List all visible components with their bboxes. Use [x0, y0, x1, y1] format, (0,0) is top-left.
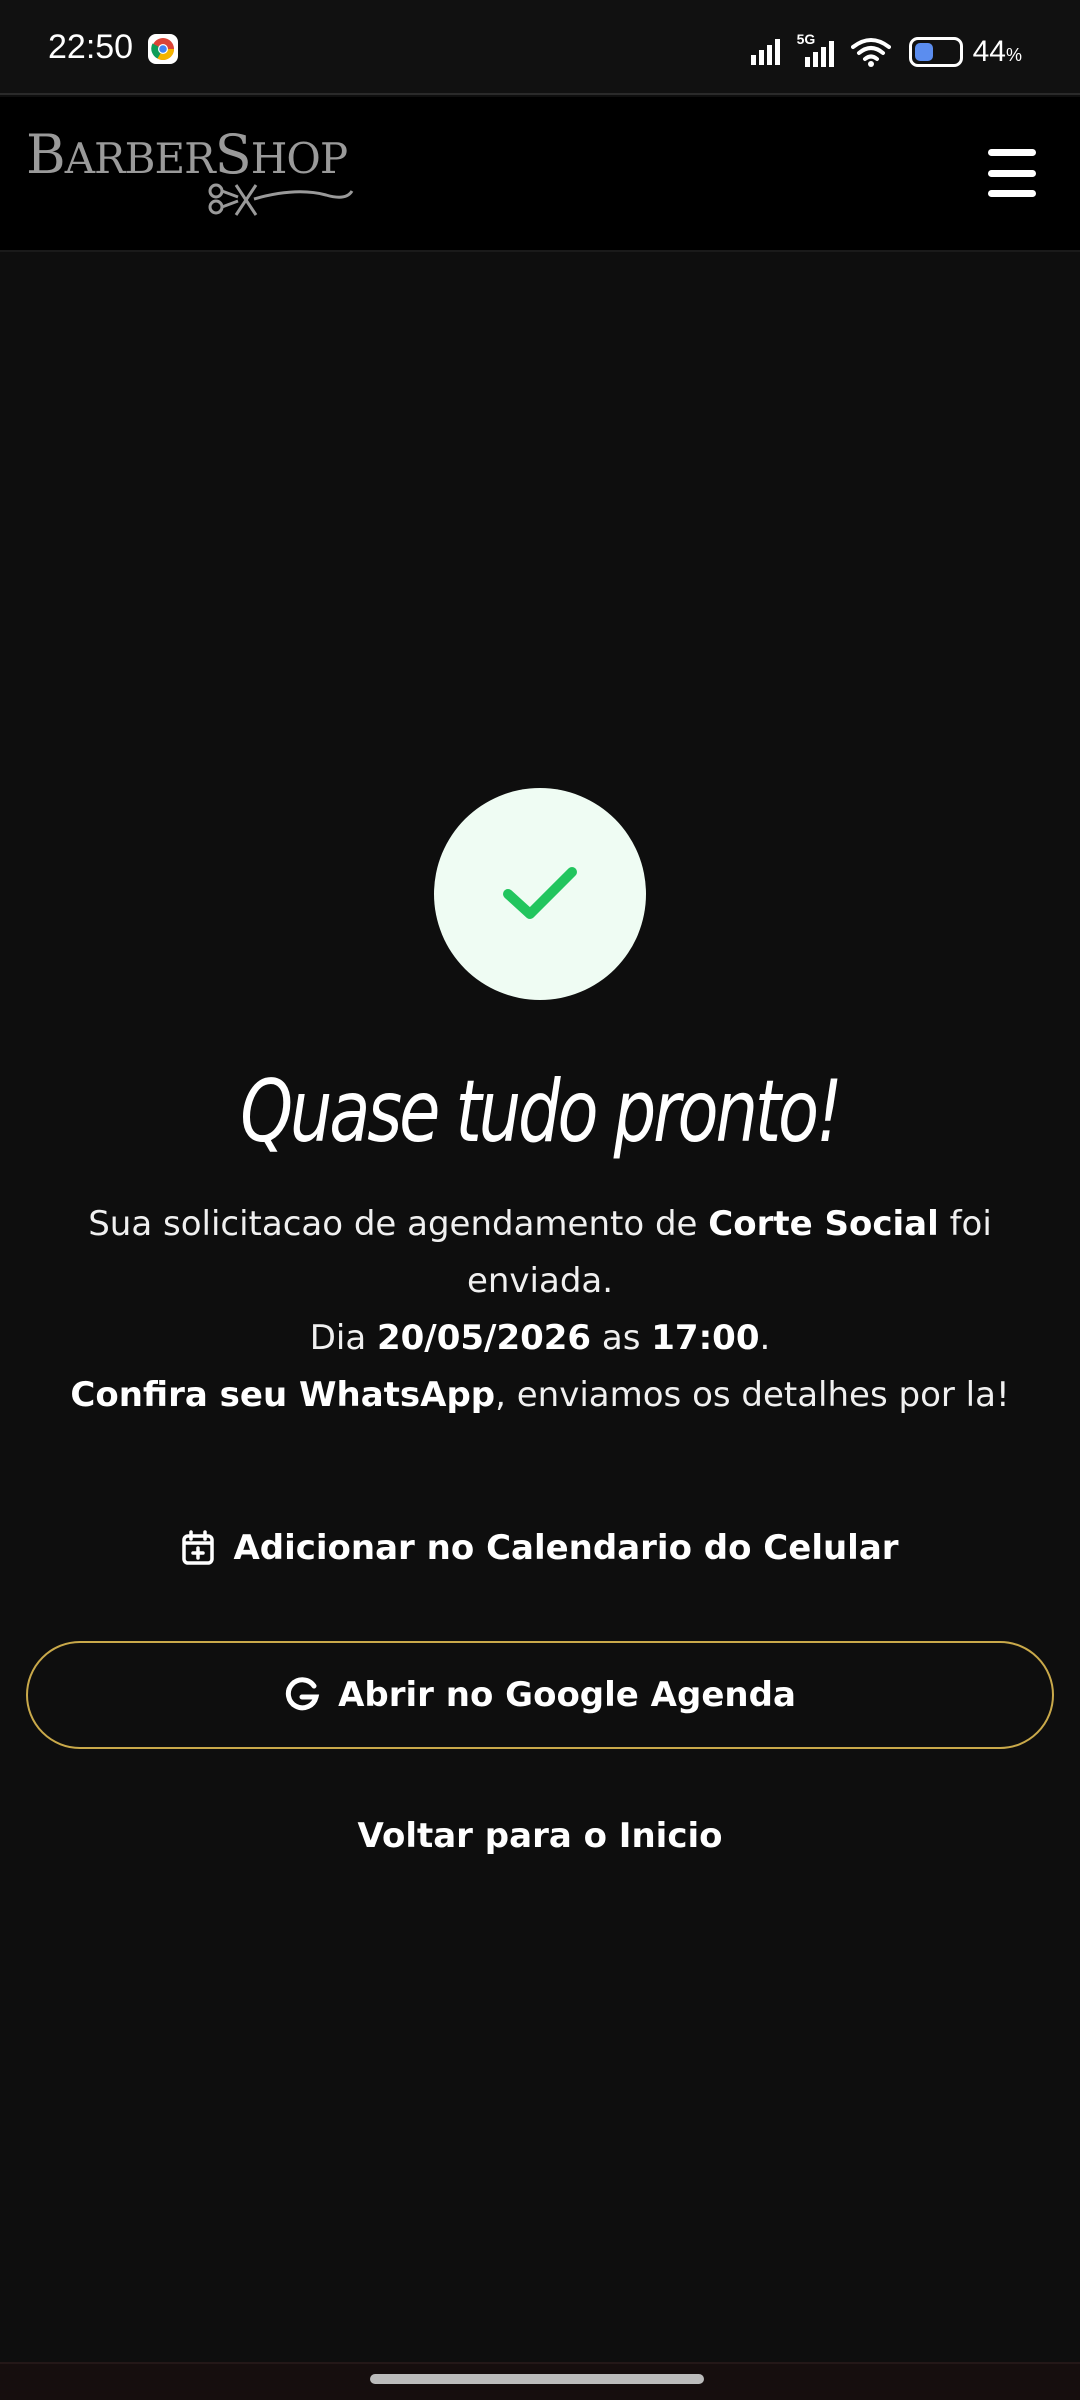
message-text: Sua solicitacao de agendamento de	[88, 1204, 709, 1244]
appointment-date: 20/05/2026	[376, 1318, 592, 1358]
status-icons: 5G 44%	[750, 28, 1022, 76]
message-text: as	[591, 1318, 652, 1358]
page-title: Quase tudo pronto!	[240, 1062, 843, 1162]
chrome-icon	[148, 34, 178, 64]
menu-line	[988, 149, 1036, 156]
open-google-calendar-label: Abrir no Google Agenda	[338, 1675, 796, 1715]
logo-letter-b: B	[26, 123, 66, 186]
signal-icon	[750, 39, 780, 65]
add-to-calendar-button[interactable]: Adicionar no Calendario do Celular	[0, 1518, 1080, 1578]
back-to-home-link[interactable]: Voltar para o Inicio	[0, 1816, 1080, 1856]
menu-line	[988, 190, 1036, 197]
logo-letters-arber: ARBER	[64, 134, 216, 183]
battery-level	[914, 43, 934, 61]
checkmark-icon	[503, 867, 577, 919]
service-name: Corte Social	[708, 1204, 939, 1244]
add-to-calendar-label: Adicionar no Calendario do Celular	[233, 1528, 899, 1568]
success-badge	[434, 788, 646, 1000]
signal-5g-icon: 5G	[797, 31, 841, 69]
message-text: , enviamos os detalhes por la!	[495, 1375, 1010, 1415]
appointment-time: 17:00	[651, 1318, 760, 1358]
menu-line	[988, 169, 1036, 177]
calendar-plus-icon	[182, 1530, 215, 1565]
wifi-icon	[850, 38, 891, 67]
status-time: 22:50	[48, 28, 134, 66]
battery-percent: 44%	[973, 35, 1022, 69]
scissors-swirl-icon	[208, 183, 354, 216]
confirmation-content: Quase tudo pronto! Sua solicitacao de ag…	[0, 252, 1080, 2362]
battery-icon	[908, 37, 963, 67]
message-text: .	[759, 1318, 771, 1358]
status-bar: 22:50 5G 44%	[0, 0, 1080, 95]
google-g-icon	[286, 1677, 320, 1711]
barbershop-logo[interactable]: BARBERSHOP	[26, 121, 356, 221]
battery-percent-value: 44	[972, 35, 1006, 68]
hamburger-menu-icon[interactable]	[982, 145, 1042, 201]
battery-percent-unit: %	[1005, 45, 1022, 65]
system-nav-bar	[0, 2362, 1080, 2400]
logo-letters-hop: HOP	[250, 134, 348, 183]
confirmation-message: Sua solicitacao de agendamento de Corte …	[40, 1196, 1040, 1424]
home-gesture-handle[interactable]	[370, 2374, 704, 2384]
message-text: Dia	[309, 1318, 377, 1358]
open-google-calendar-button[interactable]: Abrir no Google Agenda	[26, 1641, 1054, 1749]
whatsapp-notice: Confira seu WhatsApp	[70, 1375, 496, 1415]
app-header: BARBERSHOP	[0, 97, 1080, 252]
